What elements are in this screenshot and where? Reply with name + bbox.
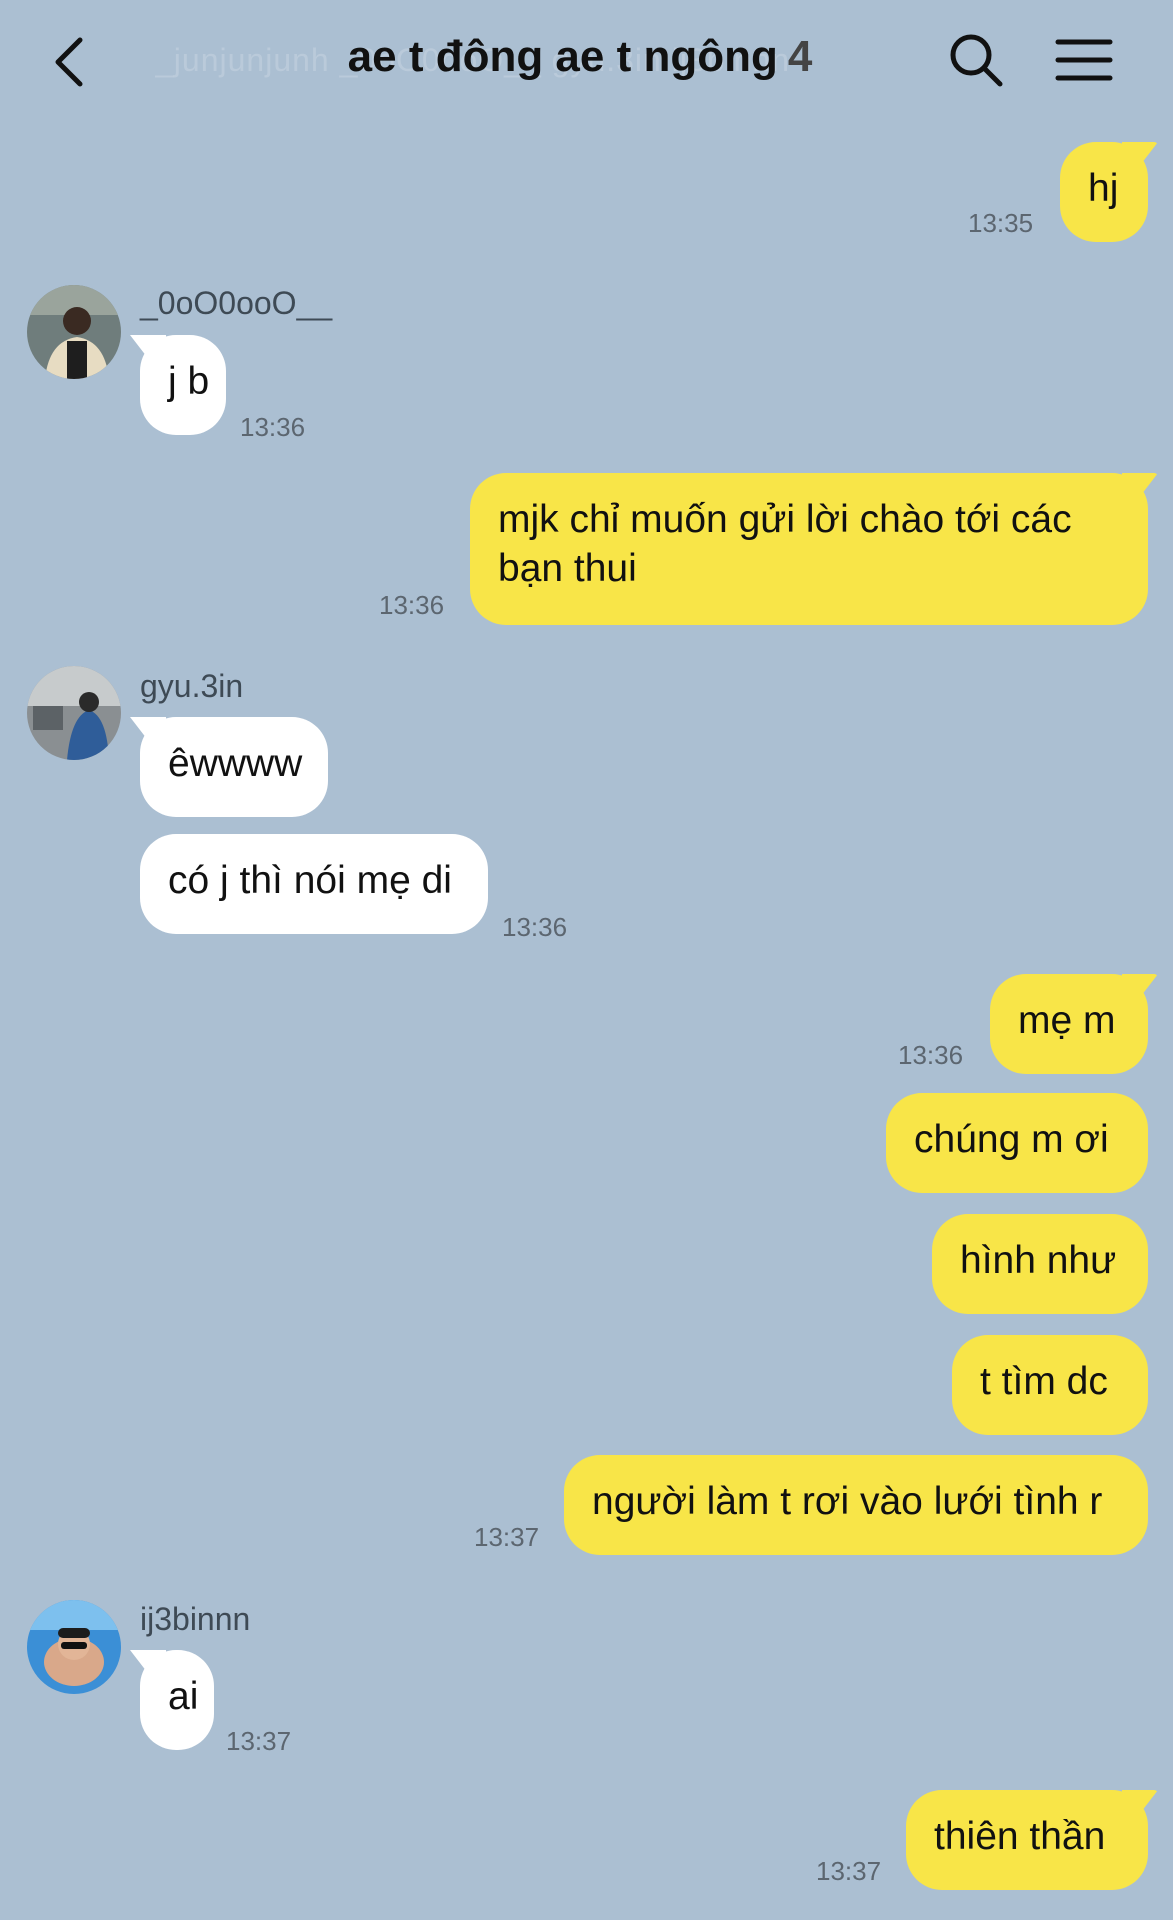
their-message-bubble[interactable]: có j thì nói mẹ di	[140, 834, 488, 934]
message-text: hj	[1088, 167, 1119, 210]
message-text: ai	[168, 1675, 199, 1718]
my-message-bubble[interactable]: hj	[1060, 142, 1148, 242]
back-chevron-icon	[55, 37, 83, 87]
message-text: mẹ m	[1018, 999, 1116, 1042]
message-text: t tìm dc	[980, 1360, 1108, 1403]
sender-name: _0oO0ooO__	[140, 285, 333, 321]
sender-name: gyu.3in	[140, 668, 244, 704]
my-message-bubble[interactable]: thiên thần	[906, 1790, 1148, 1890]
message-text-line: bạn thui	[498, 547, 637, 590]
back-button[interactable]	[44, 30, 104, 94]
my-message-bubble[interactable]: mjk chỉ muốn gửi lời chào tới các bạn th…	[470, 473, 1148, 625]
chat-header: _junjunjunh _0oO0ooO__ gyu.3in ij3binnn …	[0, 0, 1173, 124]
search-icon	[950, 34, 1003, 87]
message-text: thiên thần	[934, 1815, 1106, 1858]
message-text: j b	[168, 360, 210, 403]
my-message-bubble[interactable]: mẹ m	[990, 974, 1148, 1074]
message-text: hình như	[960, 1239, 1117, 1282]
avatar[interactable]	[27, 285, 121, 379]
search-button[interactable]	[944, 28, 1008, 92]
message-text: êwwww	[168, 742, 303, 785]
member-count: 4	[787, 32, 813, 81]
message-text-line: mjk chỉ muốn gửi lời chào tới các	[498, 498, 1072, 541]
sender-name: ij3binnn	[140, 1601, 251, 1637]
message-text: chúng m ơi	[914, 1118, 1109, 1161]
message-time: 13:36	[502, 912, 568, 942]
message-time: 13:37	[816, 1856, 882, 1886]
avatar[interactable]	[27, 1600, 121, 1694]
chat-title-text: ae t đông ae t ngông	[347, 32, 778, 81]
menu-button[interactable]	[1052, 28, 1116, 92]
message-time: 13:36	[240, 412, 306, 442]
my-message-bubble[interactable]: chúng m ơi	[886, 1093, 1148, 1193]
message-time: 13:35	[968, 208, 1034, 238]
my-message-bubble[interactable]: hình như	[932, 1214, 1148, 1314]
their-message-bubble[interactable]: ai	[140, 1650, 214, 1750]
their-message-bubble[interactable]: j b	[140, 335, 226, 435]
my-message-bubble[interactable]: người làm t rơi vào lưới tình r	[564, 1455, 1148, 1555]
chat-title: ae t đông ae t ngông 4	[280, 32, 880, 82]
message-text: có j thì nói mẹ di	[168, 859, 452, 902]
message-time: 13:37	[226, 1726, 292, 1756]
message-time: 13:36	[379, 590, 445, 620]
their-message-bubble[interactable]: êwwww	[140, 717, 328, 817]
avatar[interactable]	[27, 666, 121, 760]
my-message-bubble[interactable]: t tìm dc	[952, 1335, 1148, 1435]
message-text: người làm t rơi vào lưới tình r	[592, 1480, 1103, 1523]
menu-icon	[1055, 39, 1113, 81]
message-time: 13:37	[474, 1522, 540, 1552]
message-time: 13:36	[898, 1040, 964, 1070]
